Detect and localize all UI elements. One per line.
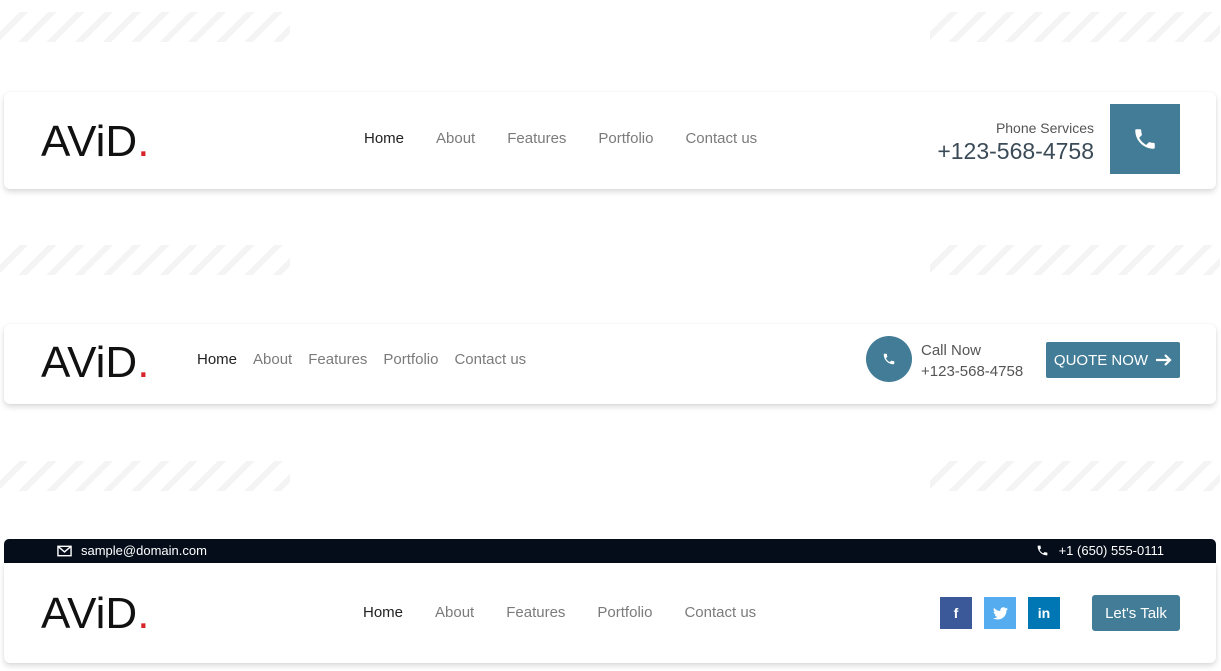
call-button[interactable] bbox=[866, 336, 912, 382]
social-links: f in bbox=[940, 597, 1060, 629]
call-label: Call Now bbox=[921, 342, 982, 359]
decorative-stripes bbox=[930, 12, 1220, 42]
main-nav: Home About Features Portfolio Contact us bbox=[363, 604, 788, 621]
nav-home[interactable]: Home bbox=[363, 604, 403, 621]
decorative-stripes bbox=[0, 12, 290, 42]
call-number[interactable]: +123-568-4758 bbox=[921, 361, 1023, 382]
main-nav: Home About Features Portfolio Contact us bbox=[364, 130, 789, 147]
logo-text: AViD bbox=[41, 589, 138, 638]
logo-dot: . bbox=[137, 117, 150, 166]
nav-features[interactable]: Features bbox=[506, 604, 565, 621]
nav-about[interactable]: About bbox=[436, 130, 475, 147]
header-variant-3: AViD. Home About Features Portfolio Cont… bbox=[4, 563, 1216, 663]
header-variant-2: AViD. Home About Features Portfolio Cont… bbox=[4, 324, 1216, 404]
logo-dot: . bbox=[137, 589, 150, 638]
nav-portfolio[interactable]: Portfolio bbox=[597, 604, 652, 621]
phone-services: Phone Services +123-568-4758 bbox=[937, 119, 1094, 165]
header-variant-1: AViD. Home About Features Portfolio Cont… bbox=[4, 92, 1216, 189]
facebook-icon[interactable]: f bbox=[940, 597, 972, 629]
nav-features[interactable]: Features bbox=[507, 130, 566, 147]
nav-portfolio[interactable]: Portfolio bbox=[598, 130, 653, 147]
nav-portfolio[interactable]: Portfolio bbox=[383, 351, 438, 368]
lets-talk-button[interactable]: Let's Talk bbox=[1092, 595, 1180, 631]
nav-contact[interactable]: Contact us bbox=[454, 351, 526, 368]
logo-text: AViD bbox=[41, 338, 138, 387]
quote-label: QUOTE NOW bbox=[1053, 351, 1149, 369]
envelope-icon bbox=[57, 545, 72, 556]
phone-icon bbox=[1135, 129, 1155, 149]
quote-now-button[interactable]: QUOTE NOW bbox=[1046, 342, 1180, 378]
logo[interactable]: AViD. bbox=[41, 341, 149, 385]
decorative-stripes bbox=[0, 461, 290, 491]
twitter-bird-icon bbox=[992, 606, 1008, 619]
nav-features[interactable]: Features bbox=[308, 351, 367, 368]
nav-about[interactable]: About bbox=[253, 351, 292, 368]
logo-dot: . bbox=[137, 338, 150, 387]
nav-contact[interactable]: Contact us bbox=[684, 604, 756, 621]
decorative-stripes bbox=[930, 245, 1220, 275]
call-info: Call Now +123-568-4758 bbox=[921, 340, 1023, 382]
phone-button[interactable] bbox=[1110, 104, 1180, 174]
nav-about[interactable]: About bbox=[435, 604, 474, 621]
nav-contact[interactable]: Contact us bbox=[685, 130, 757, 147]
logo-text: AViD bbox=[41, 117, 138, 166]
logo[interactable]: AViD. bbox=[41, 592, 149, 636]
phone-icon bbox=[883, 353, 895, 365]
phone-text: +1 (650) 555-0111 bbox=[1058, 543, 1164, 558]
decorative-stripes bbox=[0, 245, 290, 275]
email-text: sample@domain.com bbox=[81, 543, 207, 558]
decorative-stripes bbox=[930, 461, 1220, 491]
arrow-right-icon bbox=[1156, 354, 1172, 366]
nav-home[interactable]: Home bbox=[197, 351, 237, 368]
main-nav: Home About Features Portfolio Contact us bbox=[197, 351, 542, 368]
nav-home[interactable]: Home bbox=[364, 130, 404, 147]
twitter-icon[interactable] bbox=[984, 597, 1016, 629]
linkedin-icon[interactable]: in bbox=[1028, 597, 1060, 629]
phone-label: Phone Services bbox=[995, 120, 1094, 136]
phone-icon bbox=[1037, 545, 1047, 556]
topbar-email[interactable]: sample@domain.com bbox=[57, 543, 207, 558]
logo[interactable]: AViD. bbox=[41, 120, 149, 164]
phone-number[interactable]: +123-568-4758 bbox=[937, 137, 1094, 165]
top-contact-bar: sample@domain.com +1 (650) 555-0111 bbox=[4, 539, 1216, 564]
topbar-phone[interactable]: +1 (650) 555-0111 bbox=[1036, 543, 1164, 558]
